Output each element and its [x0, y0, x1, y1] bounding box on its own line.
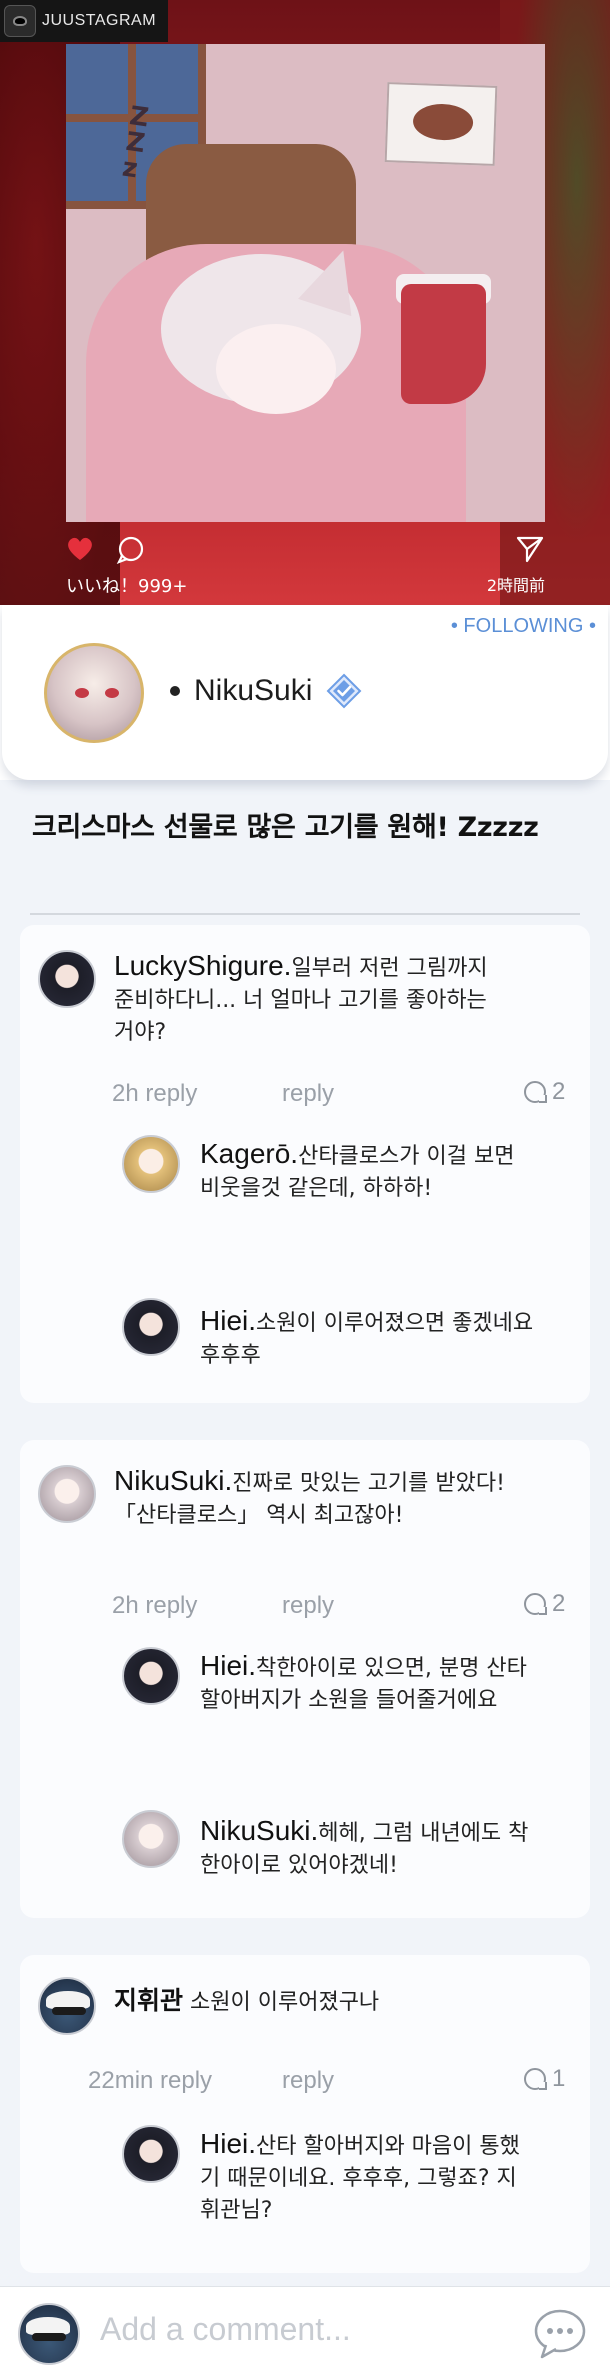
avatar[interactable]: [122, 2125, 180, 2183]
reply-button[interactable]: reply: [282, 2067, 334, 2095]
reply-author[interactable]: Hiei.: [200, 1305, 256, 1336]
reply-text: 휘관님?: [200, 2198, 273, 2223]
comment-author[interactable]: LuckyShigure.: [114, 950, 291, 981]
reply-body: Hiei.산타 할아버지와 마음이 통했 기 때문이네요. 후후후, 그렇죠? …: [200, 2128, 590, 2227]
profile-card: • FOLLOWING • NikuSuki: [2, 605, 608, 780]
comment-input[interactable]: Add a comment...: [100, 2311, 351, 2348]
avatar[interactable]: [38, 1465, 96, 1523]
chat-bubble-icon[interactable]: [532, 2305, 588, 2361]
reply-author[interactable]: Hiei.: [200, 2128, 256, 2159]
reply-body: Hiei.착한아이로 있으면, 분명 산타 할아버지가 소원을 들어줄거에요: [200, 1650, 590, 1717]
comment-text: 거야?: [114, 1020, 167, 1045]
avatar[interactable]: [122, 1135, 180, 1193]
reply-bubble-icon: [524, 1081, 547, 1103]
comment-text: 준비하다니... 너 얼마나 고기를 좋아하는: [114, 988, 487, 1013]
post-actions: いいね！999+ 2時間前: [66, 534, 545, 598]
comment-bubble-icon[interactable]: [116, 536, 146, 564]
app-name: JUUSTAGRAM: [42, 12, 157, 29]
bullet-dot: [170, 686, 180, 696]
reply-author[interactable]: NikuSuki.: [200, 1815, 318, 1846]
comment-text: 일부러 저런 그림까지: [291, 956, 488, 981]
reply-count-value: 2: [552, 1078, 566, 1105]
reply-button[interactable]: reply: [282, 1592, 334, 1620]
reply-button[interactable]: reply: [282, 1080, 334, 1108]
avatar[interactable]: [122, 1647, 180, 1705]
reply-bubble-icon: [524, 2068, 547, 2090]
reply-count[interactable]: 2: [524, 1590, 565, 1618]
comment-text: 「산타클로스」 역시 최고잖아!: [114, 1503, 404, 1528]
post-image[interactable]: ZZz: [66, 44, 545, 522]
reply-body: NikuSuki.헤헤, 그럼 내년에도 착 한아이로 있어야겠네!: [200, 1815, 590, 1882]
post-caption: 크리스마스 선물로 많은 고기를 원해! Zzzzz: [32, 812, 539, 843]
reply-text: 소원이 이루어졌으면 좋겠네요: [256, 1311, 534, 1336]
comment-body: LuckyShigure.일부러 저런 그림까지 준비하다니... 너 얼마나 …: [114, 950, 584, 1049]
following-badge[interactable]: • FOLLOWING •: [451, 615, 596, 638]
christmas-stocking-illustration: [401, 284, 486, 404]
verified-badge-icon: [326, 673, 362, 709]
reply-bubble-icon: [524, 1593, 547, 1615]
reply-count-value: 2: [552, 1590, 566, 1617]
reply-count[interactable]: 1: [524, 2065, 565, 2093]
app-brand[interactable]: JUUSTAGRAM: [0, 0, 169, 42]
reply-text: 한아이로 있어야겠네!: [200, 1853, 398, 1878]
reply-text: 헤헤, 그럼 내년에도 착: [318, 1821, 529, 1846]
profile-username[interactable]: NikuSuki: [170, 673, 362, 709]
reply-text: 기 때문이네요. 후후후, 그렇죠? 지: [200, 2166, 517, 2191]
comment-composer: Add a comment...: [0, 2286, 610, 2378]
profile-avatar[interactable]: [44, 643, 144, 743]
reply-text: 할아버지가 소원을 들어줄거에요: [200, 1688, 498, 1713]
reply-text: 산타 할아버지와 마음이 통했: [256, 2134, 520, 2159]
avatar[interactable]: [122, 1298, 180, 1356]
reply-body: Kagerō.산타클로스가 이걸 보면 비웃을것 같은데, 하하하!: [200, 1138, 580, 1205]
comment-body: 지휘관 소원이 이루어졌구나: [114, 1985, 584, 2019]
comment-thread-2: NikuSuki.진짜로 맛있는 고기를 받았다! 「산타클로스」 역시 최고잖…: [20, 1440, 590, 1918]
reply-author[interactable]: Kagerō.: [200, 1138, 298, 1169]
reply-text: 비웃을것 같은데, 하하하!: [200, 1176, 433, 1201]
like-count: いいね！999+: [66, 576, 188, 597]
share-send-icon[interactable]: [515, 534, 545, 564]
like-heart-icon[interactable]: [66, 536, 94, 562]
avatar[interactable]: [38, 950, 96, 1008]
comment-thread-1: LuckyShigure.일부러 저런 그림까지 준비하다니... 너 얼마나 …: [20, 925, 590, 1403]
reply-text: 산타클로스가 이걸 보면: [298, 1144, 515, 1169]
reply-text: 착한아이로 있으면, 분명 산타: [256, 1656, 527, 1681]
meat-poster-illustration: [384, 82, 498, 166]
reply-count[interactable]: 2: [524, 1078, 565, 1106]
comment-text: 소원이 이루어졌구나: [190, 1990, 380, 2015]
current-user-avatar[interactable]: [18, 2303, 80, 2365]
comment-thread-3: 지휘관 소원이 이루어졌구나 22min reply reply 1 Hiei.…: [20, 1955, 590, 2273]
reply-count-value: 1: [552, 2065, 566, 2092]
post-photo-area: JUUSTAGRAM ZZz いいね！999+ 2時間前: [0, 0, 610, 605]
post-time: 2時間前: [486, 576, 545, 595]
comment-time[interactable]: 22min reply: [88, 2067, 212, 2095]
avatar[interactable]: [122, 1810, 180, 1868]
comment-body: NikuSuki.진짜로 맛있는 고기를 받았다! 「산타클로스」 역시 최고잖…: [114, 1465, 584, 1532]
comment-time[interactable]: 2h reply: [112, 1080, 197, 1108]
app-logo-icon: [4, 5, 36, 37]
reply-author[interactable]: Hiei.: [200, 1650, 256, 1681]
comment-author[interactable]: 지휘관: [114, 1986, 183, 2015]
caption-divider: [30, 913, 580, 915]
avatar[interactable]: [38, 1977, 96, 2035]
comment-text: 진짜로 맛있는 고기를 받았다!: [232, 1471, 505, 1496]
comment-author[interactable]: NikuSuki.: [114, 1465, 232, 1496]
reply-body: Hiei.소원이 이루어졌으면 좋겠네요 후후후: [200, 1305, 590, 1372]
username-text: NikuSuki: [194, 674, 313, 707]
comment-time[interactable]: 2h reply: [112, 1592, 197, 1620]
reply-text: 후후후: [200, 1343, 261, 1368]
